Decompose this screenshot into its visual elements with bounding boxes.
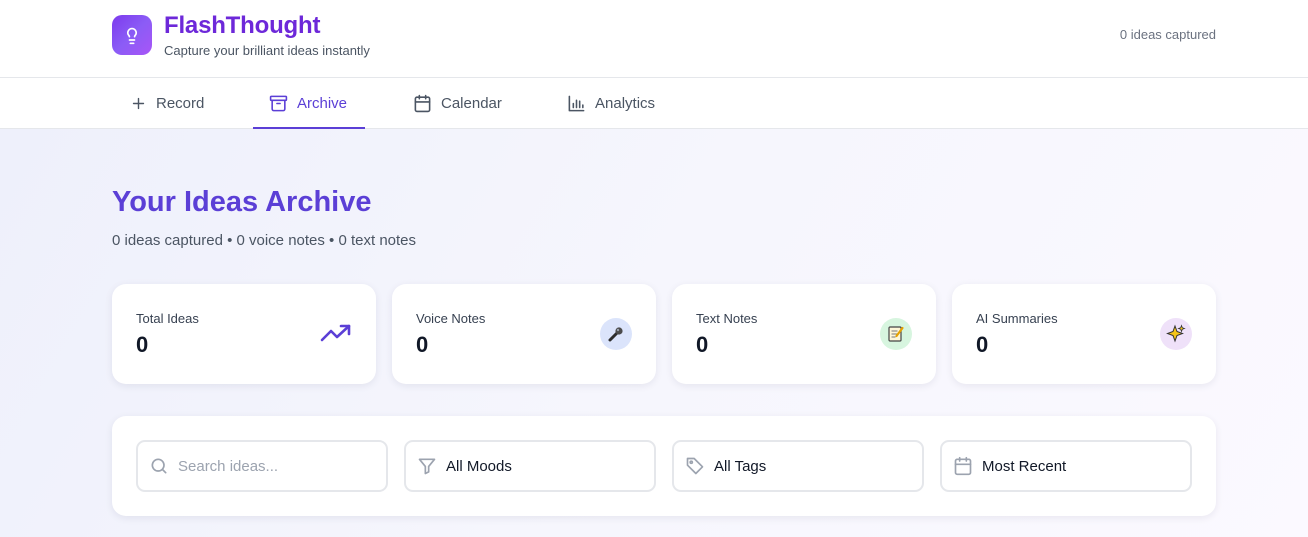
search-icon <box>151 458 167 474</box>
stat-value: 0 <box>136 332 149 357</box>
archive-page: Your Ideas Archive 0 ideas captured • 0 … <box>0 129 1308 537</box>
tags-filter[interactable]: All Tags <box>672 440 924 492</box>
app-subtitle: Capture your brilliant ideas instantly <box>164 43 370 58</box>
tag-icon <box>686 457 704 475</box>
lightbulb-icon <box>127 27 137 45</box>
sparkles-icon <box>1160 318 1192 350</box>
stat-card-total-ideas: Total Ideas 0 <box>112 284 376 384</box>
stat-value: 0 <box>696 332 709 357</box>
tab-analytics-label: Analytics <box>595 94 656 112</box>
stat-card-voice-notes: Voice Notes 0 <box>392 284 656 384</box>
sort-select[interactable]: Most Recent <box>940 440 1192 492</box>
tab-calendar-label: Calendar <box>441 94 502 112</box>
app-title: FlashThought <box>164 12 321 39</box>
tab-calendar[interactable]: Calendar <box>413 78 502 128</box>
tab-archive[interactable]: Archive <box>253 78 365 129</box>
filter-icon <box>418 458 436 475</box>
tab-record[interactable]: Record <box>130 78 204 128</box>
memo-icon <box>880 318 912 350</box>
bar-chart-icon <box>568 95 585 111</box>
archive-summary: 0 ideas captured • 0 voice notes • 0 tex… <box>112 232 417 249</box>
stat-label: Text Notes <box>696 311 758 326</box>
mood-filter-value: All Moods <box>446 457 512 475</box>
stat-card-text-notes: Text Notes 0 <box>672 284 936 384</box>
tab-analytics[interactable]: Analytics <box>567 78 655 128</box>
main-nav: Record Archive Calendar Analytics <box>0 78 1308 129</box>
stat-label: Voice Notes <box>416 311 486 326</box>
trending-up-icon <box>320 318 352 350</box>
stat-value: 0 <box>416 332 429 357</box>
plus-icon <box>132 97 145 109</box>
ideas-count: 0 ideas captured <box>1119 27 1216 42</box>
tab-record-label: Record <box>156 94 205 112</box>
tab-archive-label: Archive <box>297 94 348 112</box>
mood-filter[interactable]: All Moods <box>404 440 656 492</box>
search-field[interactable] <box>136 440 388 492</box>
calendar-icon <box>414 94 431 112</box>
filter-bar: All Moods All Tags Most Recent <box>112 416 1216 516</box>
app-logo[interactable] <box>112 15 152 55</box>
microphone-icon <box>600 318 632 350</box>
page-title: Your Ideas Archive <box>112 186 372 218</box>
search-input[interactable] <box>178 457 368 475</box>
archive-icon <box>269 95 288 111</box>
calendar-icon <box>954 456 972 476</box>
tags-filter-value: All Tags <box>714 457 767 475</box>
stat-label: Total Ideas <box>136 311 199 326</box>
stat-label: AI Summaries <box>976 311 1058 326</box>
sort-select-value: Most Recent <box>982 457 1067 475</box>
app-header: FlashThought Capture your brilliant idea… <box>0 0 1308 78</box>
stat-value: 0 <box>976 332 989 357</box>
stat-card-ai-summaries: AI Summaries 0 <box>952 284 1216 384</box>
